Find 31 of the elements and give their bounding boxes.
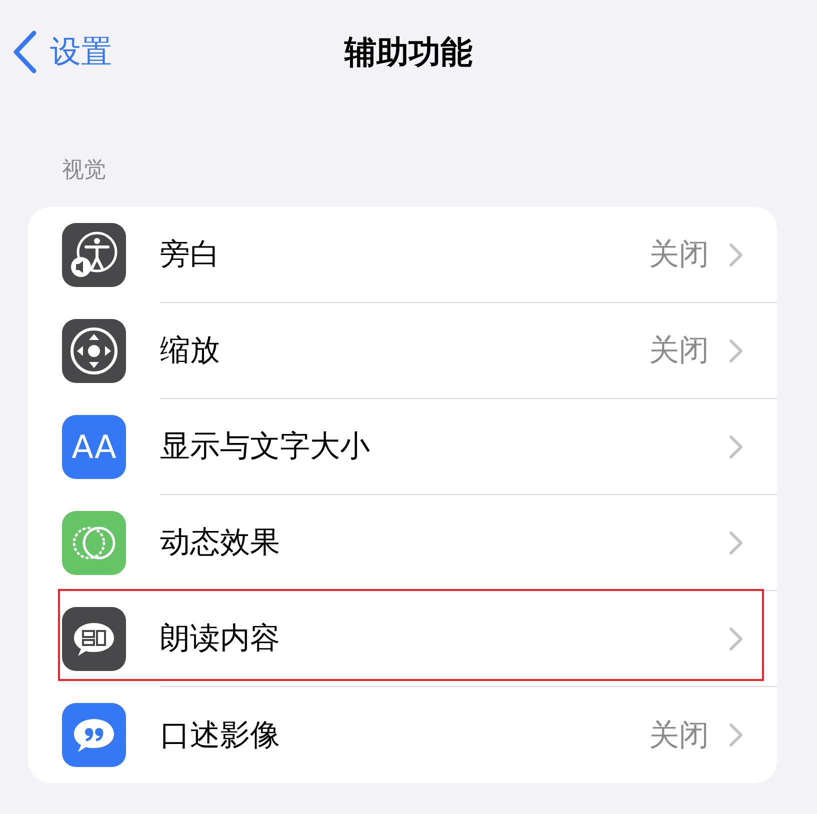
text-size-icon: AA (62, 415, 126, 479)
row-label: 口述影像 (160, 716, 281, 754)
motion-icon (62, 511, 126, 575)
settings-row[interactable]: 朗读内容 (28, 591, 777, 687)
settings-row[interactable]: AA 显示与文字大小 (28, 399, 777, 495)
chevron-icon (729, 338, 743, 362)
chevron-icon (729, 723, 743, 747)
row-label: 动态效果 (160, 524, 281, 562)
chevron-icon (729, 626, 743, 650)
row-label: 显示与文字大小 (160, 428, 371, 466)
settings-row[interactable]: 动态效果 (28, 495, 777, 591)
speech-bubble-icon (62, 607, 126, 671)
settings-row[interactable]: 旁白 关闭 (28, 207, 777, 303)
quote-bubble-icon (62, 703, 126, 767)
row-label: 缩放 (160, 332, 221, 370)
settings-row[interactable]: 缩放 关闭 (28, 303, 777, 399)
back-button[interactable]: 设置 (0, 28, 112, 76)
row-label: 朗读内容 (160, 620, 281, 658)
row-value: 关闭 (649, 332, 709, 370)
chevron-icon (729, 434, 743, 458)
settings-row[interactable]: 口述影像 关闭 (28, 687, 777, 783)
chevron-icon (729, 242, 743, 266)
zoom-controller-icon (62, 319, 126, 383)
row-value: 关闭 (649, 236, 709, 274)
page-title: 辅助功能 (344, 32, 472, 73)
row-value: 关闭 (649, 716, 709, 754)
chevron-icon (729, 530, 743, 554)
section-header: 视觉 (61, 157, 107, 185)
row-label: 旁白 (160, 236, 221, 274)
back-chevron-icon (12, 30, 38, 74)
accessibility-icon (62, 223, 126, 287)
